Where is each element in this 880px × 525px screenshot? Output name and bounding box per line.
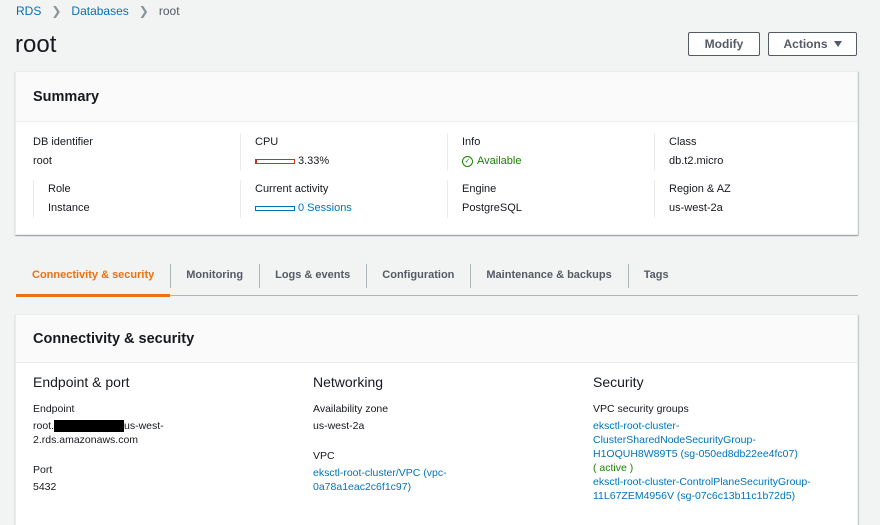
- networking-section-title: Networking: [313, 374, 384, 390]
- cpu-value: 3.33%: [298, 155, 330, 167]
- actions-button[interactable]: Actions: [768, 32, 857, 56]
- role-field: Role Instance: [33, 180, 240, 218]
- db-identifier-field: DB identifier root: [33, 133, 240, 171]
- vpc-link[interactable]: eksctl-root-cluster/VPC (vpc- 0a78a1eac2c…: [313, 467, 447, 493]
- security-groups-label: VPC security groups: [593, 403, 689, 415]
- az-value: us-west-2a: [313, 420, 365, 432]
- detail-tabs: Connectivity & security Monitoring Logs …: [16, 258, 858, 297]
- endpoint-label: Endpoint: [33, 403, 75, 415]
- modify-button-label: Modify: [704, 37, 744, 51]
- breadcrumb-rds[interactable]: RDS: [16, 4, 41, 18]
- class-field: Class db.t2.micro: [654, 133, 861, 171]
- cpu-label: CPU: [255, 136, 279, 148]
- breadcrumb: RDS ❯ Databases ❯ root: [16, 4, 180, 18]
- endpoint-section-title: Endpoint & port: [33, 374, 130, 390]
- az-label: Availability zone: [313, 403, 389, 415]
- engine-field: Engine PostgreSQL: [447, 180, 654, 218]
- security-section: Security VPC security groups eksctl-root…: [593, 375, 876, 510]
- tab-maintenance-backups[interactable]: Maintenance & backups: [470, 260, 627, 290]
- caret-down-icon: [833, 41, 842, 47]
- activity-label: Current activity: [255, 183, 329, 195]
- tab-configuration[interactable]: Configuration: [366, 260, 470, 290]
- summary-header: Summary: [16, 72, 857, 122]
- security-section-title: Security: [593, 374, 644, 390]
- region-label: Region & AZ: [669, 183, 731, 195]
- region-field: Region & AZ us-west-2a: [654, 180, 861, 218]
- activity-progress-bar: [255, 205, 295, 211]
- redacted-block: [54, 420, 125, 433]
- port-label: Port: [33, 464, 53, 476]
- role-label: Role: [48, 183, 71, 195]
- tab-connectivity-security[interactable]: Connectivity & security: [16, 260, 171, 297]
- breadcrumb-current: root: [158, 4, 180, 18]
- port-value: 5432: [33, 481, 57, 493]
- info-label: Info: [462, 136, 481, 148]
- check-circle-icon: ✓: [462, 156, 473, 167]
- vpc-label: VPC: [313, 450, 335, 462]
- endpoint-value: root. us-west- 2.rds.amazonaws.com: [33, 420, 164, 446]
- role-value: Instance: [48, 202, 90, 214]
- status-badge: Available: [477, 155, 522, 167]
- chevron-right-icon: ❯: [138, 4, 149, 18]
- networking-section: Networking Availability zone us-west-2a …: [313, 375, 593, 510]
- page-title: root: [15, 31, 57, 58]
- engine-value: PostgreSQL: [462, 202, 522, 214]
- breadcrumb-databases[interactable]: Databases: [71, 4, 128, 18]
- endpoint-section: Endpoint & port Endpoint root. us-west- 2…: [33, 375, 313, 510]
- db-identifier-label: DB identifier: [33, 136, 93, 148]
- security-group-link-2[interactable]: eksctl-root-cluster-ControlPlaneSecurity…: [593, 476, 811, 502]
- modify-button[interactable]: Modify: [688, 32, 760, 56]
- db-identifier-value: root: [33, 155, 52, 167]
- class-label: Class: [669, 136, 697, 148]
- chevron-right-icon: ❯: [51, 4, 62, 18]
- cpu-progress-bar: [255, 158, 295, 164]
- tab-logs-events[interactable]: Logs & events: [259, 260, 366, 290]
- actions-button-label: Actions: [783, 37, 828, 51]
- security-group-status: ( active ): [593, 462, 634, 474]
- cpu-field: CPU 3.33%: [240, 133, 447, 171]
- activity-field: Current activity 0 Sessions: [240, 180, 447, 218]
- info-field: Info ✓ Available: [447, 133, 654, 171]
- class-value: db.t2.micro: [669, 155, 724, 167]
- tab-tags[interactable]: Tags: [627, 260, 685, 290]
- region-value: us-west-2a: [669, 202, 723, 214]
- connectivity-panel: Connectivity & security Endpoint & port …: [15, 314, 858, 525]
- summary-panel: Summary DB identifier root CPU 3.33% Inf…: [15, 71, 858, 235]
- tab-monitoring[interactable]: Monitoring: [170, 260, 259, 290]
- engine-label: Engine: [462, 183, 497, 195]
- security-group-link-1[interactable]: eksctl-root-cluster- ClusterSharedNodeSec…: [593, 420, 798, 460]
- sessions-link[interactable]: 0 Sessions: [298, 202, 352, 214]
- connectivity-header: Connectivity & security: [16, 315, 857, 363]
